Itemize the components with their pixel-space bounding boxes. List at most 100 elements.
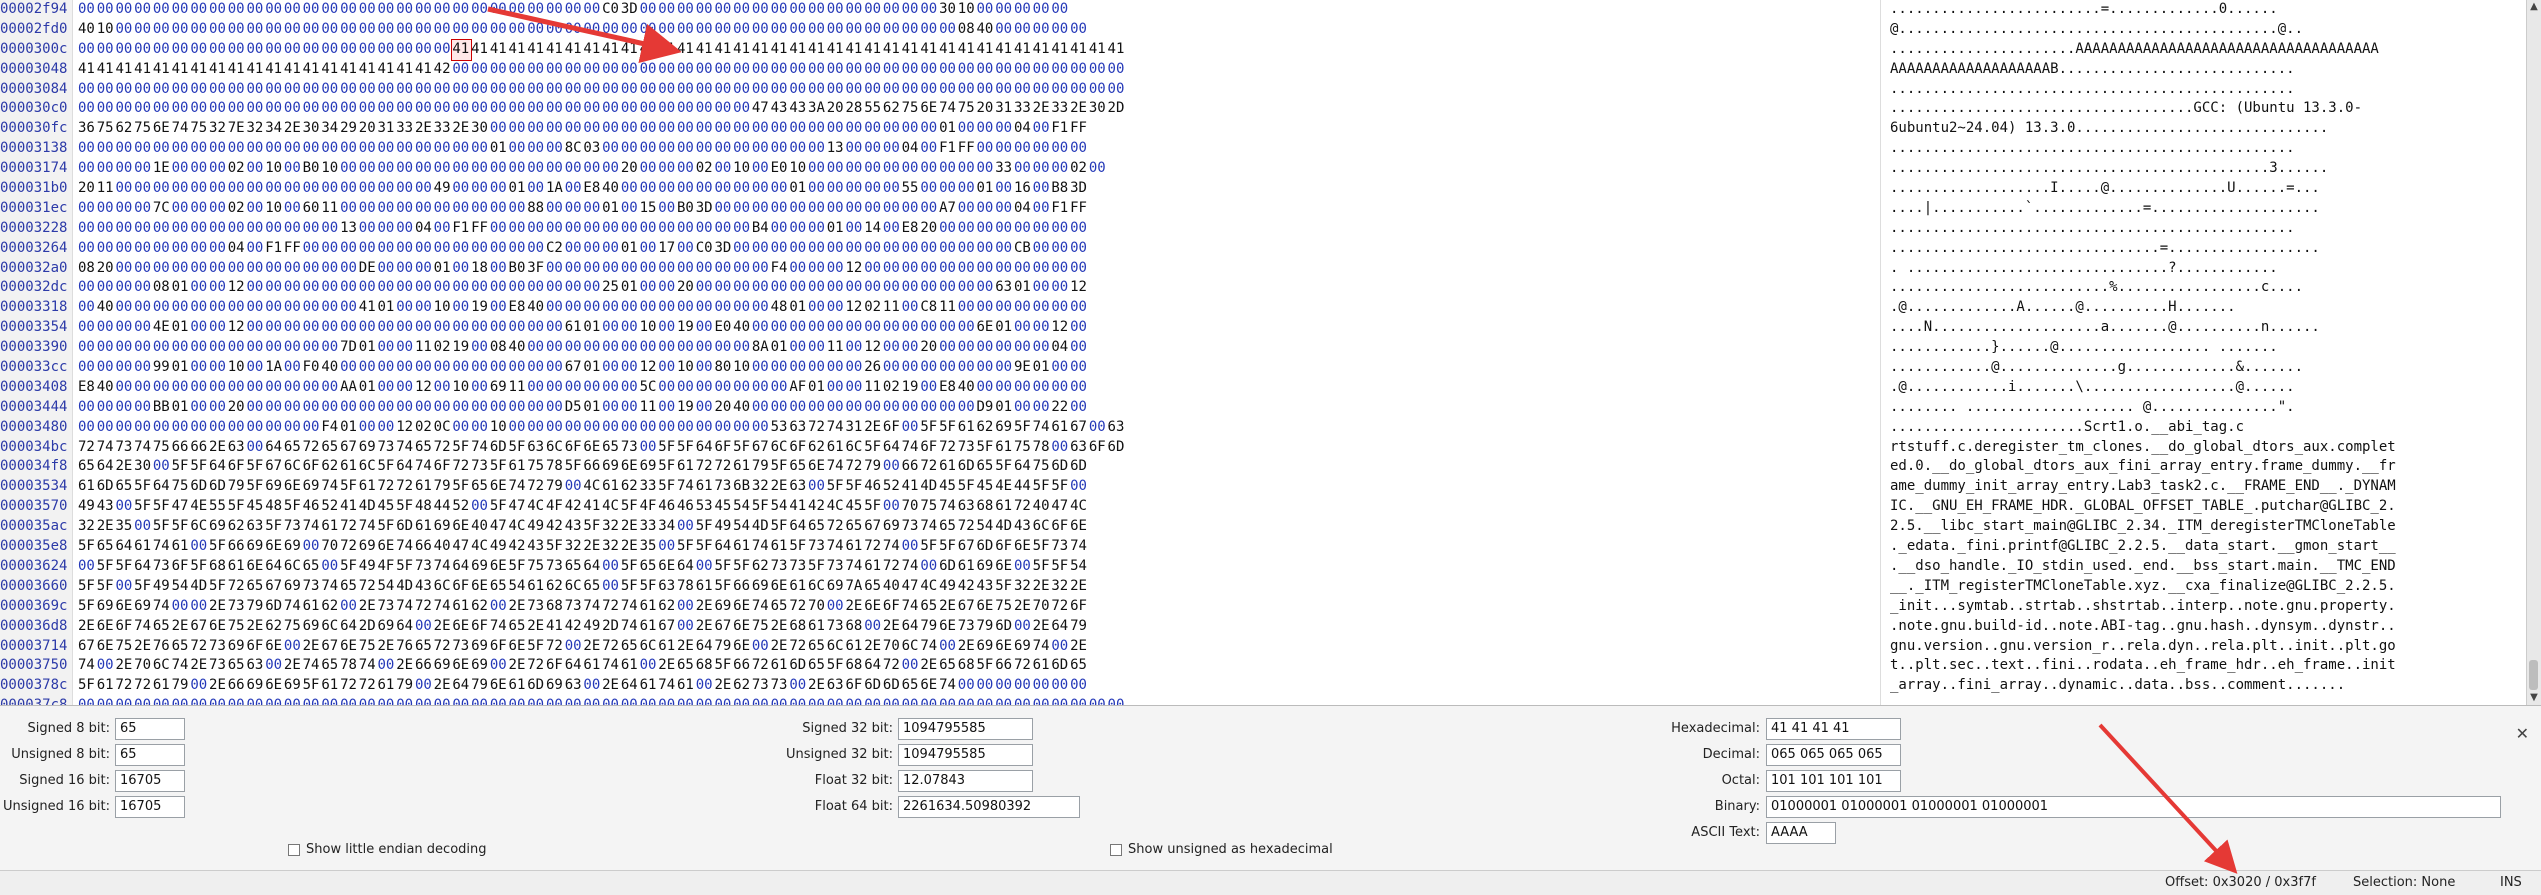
hex-byte[interactable]: 65 <box>303 557 322 577</box>
hex-byte[interactable]: 6C <box>845 438 864 458</box>
hex-byte[interactable]: 00 <box>677 418 696 438</box>
hex-byte[interactable]: 2E <box>958 637 977 657</box>
hex-byte[interactable]: 74 <box>303 517 322 537</box>
hex-byte[interactable]: 00 <box>434 99 453 119</box>
hex-byte[interactable]: 00 <box>1033 0 1052 20</box>
hex-byte[interactable]: 00 <box>190 179 209 199</box>
hex-byte[interactable]: 65 <box>640 557 659 577</box>
hex-byte[interactable]: 00 <box>190 40 209 60</box>
hex-byte[interactable]: 65 <box>321 656 340 676</box>
hex-byte[interactable]: 00 <box>658 358 677 378</box>
hex-byte[interactable]: 00 <box>995 378 1014 398</box>
hex-byte[interactable]: 00 <box>677 0 696 20</box>
hex-byte[interactable]: 00 <box>190 20 209 40</box>
hex-byte[interactable]: 00 <box>677 597 696 617</box>
hex-byte[interactable]: 00 <box>1033 378 1052 398</box>
hex-byte[interactable]: 41 <box>1070 40 1089 60</box>
hex-byte[interactable]: 69 <box>434 656 453 676</box>
hex-byte[interactable]: 61 <box>583 656 602 676</box>
hex-byte[interactable]: 00 <box>452 80 471 100</box>
hex-byte[interactable]: 00 <box>321 0 340 20</box>
hex-byte[interactable]: 00 <box>845 219 864 239</box>
hex-byte[interactable]: 00 <box>602 318 621 338</box>
hex-byte[interactable]: 00 <box>246 696 265 705</box>
hex-byte[interactable]: 41 <box>172 60 191 80</box>
hex-byte[interactable]: 00 <box>359 239 378 259</box>
hex-byte[interactable]: 4F <box>378 557 397 577</box>
hex-byte[interactable]: 75 <box>752 617 771 637</box>
hex-byte[interactable]: 69 <box>246 537 265 557</box>
hex-byte[interactable]: 00 <box>1033 676 1052 696</box>
hex-byte[interactable]: 5F <box>920 537 939 557</box>
hex-byte[interactable]: 00 <box>827 239 846 259</box>
hex-byte[interactable]: 00 <box>1051 159 1070 179</box>
hex-byte[interactable]: 41 <box>883 40 902 60</box>
hex-byte[interactable]: 00 <box>640 298 659 318</box>
hex-byte[interactable]: F4 <box>321 418 340 438</box>
hex-byte[interactable]: 00 <box>977 0 996 20</box>
hex-byte[interactable]: 00 <box>696 398 715 418</box>
hex-byte[interactable]: 00 <box>827 159 846 179</box>
ascii-row[interactable]: ........................................… <box>1890 219 2525 239</box>
hex-byte[interactable]: 00 <box>172 179 191 199</box>
hex-byte[interactable]: 79 <box>228 477 247 497</box>
hex-byte[interactable]: 41 <box>677 40 696 60</box>
hex-byte[interactable]: 32 <box>1014 577 1033 597</box>
hex-byte[interactable]: 00 <box>434 159 453 179</box>
hex-byte[interactable]: 41 <box>97 60 116 80</box>
hex-byte[interactable]: 76 <box>396 637 415 657</box>
hex-byte[interactable]: 00 <box>752 60 771 80</box>
hex-byte[interactable]: 00 <box>1014 219 1033 239</box>
hex-byte[interactable]: 72 <box>883 557 902 577</box>
hex-byte[interactable]: 00 <box>284 0 303 20</box>
hex-byte[interactable]: 41 <box>340 497 359 517</box>
hex-byte[interactable]: 2E <box>583 537 602 557</box>
hex-byte[interactable]: 36 <box>78 119 97 139</box>
hex-byte[interactable]: 00 <box>228 20 247 40</box>
hex-byte[interactable]: D9 <box>977 398 996 418</box>
hex-byte[interactable]: 33 <box>640 477 659 497</box>
hex-row[interactable]: 00 5F 5F 64 73 6F 5F 68 61 6E 64 6C 65 00 5F 49 4F 5F 73 74… <box>78 557 1875 577</box>
hex-byte[interactable]: 00 <box>509 199 528 219</box>
hex-byte[interactable]: 00 <box>527 20 546 40</box>
hex-byte[interactable]: 73 <box>808 537 827 557</box>
hex-byte[interactable]: 00 <box>415 617 434 637</box>
hex-byte[interactable]: 64 <box>340 617 359 637</box>
hex-byte[interactable]: 00 <box>583 259 602 279</box>
hex-byte[interactable]: 00 <box>583 60 602 80</box>
hex-byte[interactable]: 00 <box>977 119 996 139</box>
hex-byte[interactable]: 00 <box>490 0 509 20</box>
hex-byte[interactable]: 00 <box>115 278 134 298</box>
hex-byte[interactable]: 00 <box>845 378 864 398</box>
hex-byte[interactable]: 00 <box>452 159 471 179</box>
hex-byte[interactable]: 00 <box>527 119 546 139</box>
hex-byte[interactable]: 10 <box>265 199 284 219</box>
hex-byte[interactable]: 00 <box>134 20 153 40</box>
ascii-row[interactable]: t..plt.sec..text..fini..rodata..eh_frame… <box>1890 656 2525 676</box>
hex-byte[interactable]: 00 <box>1070 696 1089 705</box>
hex-byte[interactable]: 01 <box>621 278 640 298</box>
hex-byte[interactable]: 8C <box>565 139 584 159</box>
hex-byte[interactable]: 4E <box>190 497 209 517</box>
hex-byte[interactable]: 6E <box>920 676 939 696</box>
hex-byte[interactable]: 00 <box>845 278 864 298</box>
hex-byte[interactable]: 00 <box>1014 0 1033 20</box>
hex-byte[interactable]: 00 <box>190 597 209 617</box>
hex-byte[interactable]: 00 <box>883 358 902 378</box>
hex-byte[interactable]: 2E <box>1070 99 1089 119</box>
hex-byte[interactable]: 12 <box>396 418 415 438</box>
hex-byte[interactable]: 6E <box>153 119 172 139</box>
hex-byte[interactable]: 00 <box>789 20 808 40</box>
hex-byte[interactable]: 00 <box>246 338 265 358</box>
hex-byte[interactable]: 41 <box>378 60 397 80</box>
hex-byte[interactable]: 43 <box>97 497 116 517</box>
hex-byte[interactable]: 00 <box>97 418 116 438</box>
hex-byte[interactable]: 00 <box>658 298 677 318</box>
ascii-row[interactable]: ...................I.....@..............… <box>1890 179 2525 199</box>
hex-byte[interactable]: 00 <box>209 20 228 40</box>
hex-byte[interactable]: 00 <box>677 338 696 358</box>
hex-byte[interactable]: 00 <box>920 179 939 199</box>
hex-byte[interactable]: 5F <box>340 477 359 497</box>
hex-byte[interactable]: 00 <box>752 696 771 705</box>
hex-byte[interactable]: 61 <box>696 577 715 597</box>
